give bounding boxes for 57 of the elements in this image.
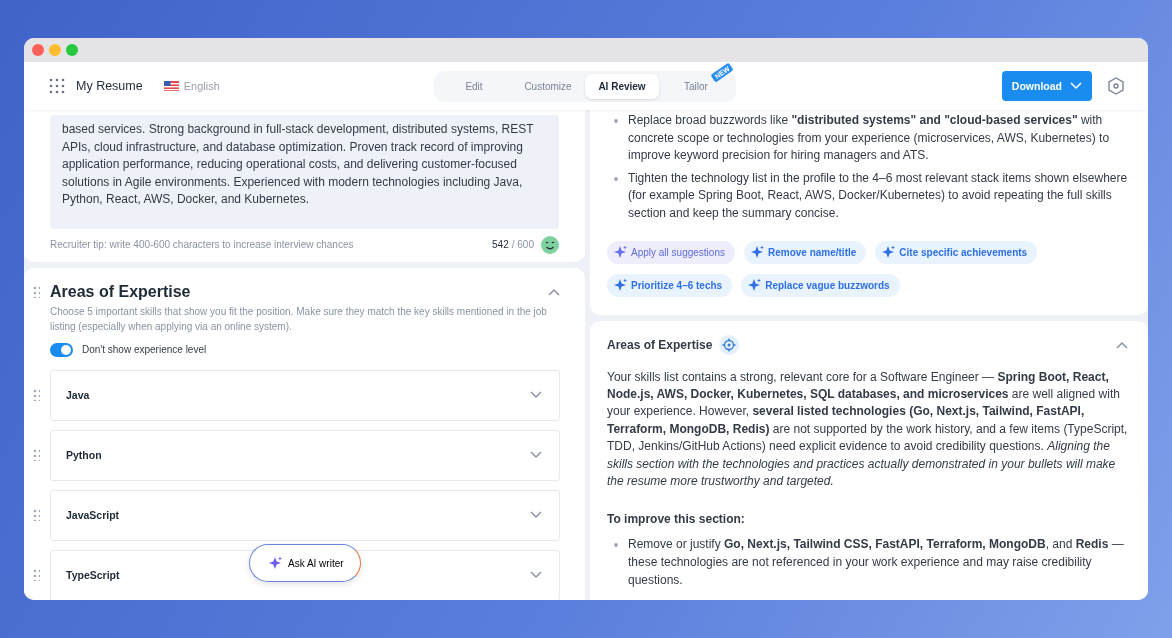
caret-icon (1070, 82, 1082, 90)
collapse-icon[interactable] (548, 287, 560, 296)
suggestion-chip[interactable]: Remove name/title (743, 240, 867, 264)
review-paragraph: Your skills list contains a strong, relevant core for a Software Engineer — Spring Boot, React, Node.js, AWS, Docker, Kubernetes, SQL databases, and microservices are well aligned with your experience. However, several listed technologies (Go, Next.js, Tailwind, FastAPI, Terraform, MongoDB, Redis) are not supported by the work history, and a few items (TypeScript, TDD, Jenkins/GitHub Actions) need explicit evidence to avoid credibility questions. Aligning the skills section with the technologies and practices actually demonstrated in your bullets will make the resume more trustworthy and targeted. (607, 368, 1128, 490)
skill-item[interactable]: Python (50, 429, 560, 481)
skill-name: JavaScript (66, 509, 120, 522)
hexagon-icon (1108, 77, 1124, 95)
ask-ai-writer-button[interactable]: Ask AI writer (249, 544, 361, 582)
tab[interactable]: Customize (511, 73, 585, 99)
drag-handle-icon (33, 449, 40, 462)
sparkle-icon (747, 278, 763, 293)
smiley-icon (541, 235, 559, 254)
character-count: 542 (492, 239, 509, 251)
recruiter-tip: Recruiter tip: write 400-600 characters to increase interview chances (50, 239, 354, 251)
document-title[interactable]: My Resume (76, 79, 143, 93)
skill-item[interactable]: Java (50, 369, 560, 421)
tab[interactable]: Edit (437, 73, 511, 99)
collapse-icon[interactable] (1116, 340, 1128, 349)
sparkle-icon (749, 245, 765, 260)
suggestion-chip[interactable]: Prioritize 4–6 techs (607, 273, 733, 297)
sparkle-icon (881, 245, 897, 260)
suggestion-chip[interactable]: Apply all suggestions (607, 240, 735, 264)
apps-menu-icon (49, 78, 65, 94)
flag-icon (163, 81, 179, 91)
tab[interactable]: AI Review (585, 73, 659, 99)
section-title: Areas of Expertise (607, 337, 713, 352)
sparkle-icon (613, 245, 628, 260)
bullet-dot (614, 119, 618, 123)
bullet-dot (614, 543, 618, 548)
suggestion-chip[interactable]: Replace vague buzzwords (741, 273, 900, 297)
sparkle-icon (613, 278, 628, 293)
suggestion-chip[interactable]: Cite specific achievements (875, 240, 1038, 264)
skill-name: Java (66, 389, 90, 402)
summary-field[interactable]: based services. Strong background in full-stack development, distributed systems, REST APIs, cloud infrastructure, and database optimization. Proven track record of improving application performance, reducing operational costs, and delivering customer-focused solutions in Agile environments. Experienced with modern technologies including Java, Python, React, AWS, Docker, and Kubernetes. (50, 115, 559, 229)
skill-item[interactable]: JavaScript (50, 489, 560, 541)
zoom-button[interactable] (66, 44, 78, 56)
subheading: To improve this section: (607, 512, 746, 527)
suggestion-text: Tighten the technology list in the profile to the 4–6 most relevant stack items shown elsewhere (for example Spring Boot, React, AWS, Docker/Kubernetes) to avoid repeating the full skills section and keep the summary concise. (628, 169, 1129, 222)
skill-name: TypeScript (66, 569, 120, 582)
drag-handle-icon (33, 569, 40, 582)
drag-handle-icon (33, 285, 40, 298)
drag-handle-icon (33, 389, 40, 402)
drag-handle-icon (33, 509, 40, 522)
section-title: Areas of Expertise (50, 282, 192, 301)
suggestion-text: Remove or justify Go, Next.js, Tailwind CSS, FastAPI, Terraform, MongoDB, and Redis — these technologies are not referenced in your work experience and may raise credibility questions. (628, 536, 1125, 589)
character-limit: / 600 (511, 239, 534, 251)
sparkle-icon (268, 556, 283, 570)
close-button[interactable] (32, 44, 44, 56)
toggle-label: Don't show experience level (82, 344, 207, 356)
bullet-dot (614, 176, 618, 181)
skill-name: Python (66, 449, 102, 462)
language-selector[interactable]: English (163, 80, 220, 92)
section-description: Choose 5 important skills that show you fit the position. Make sure they match the key skills mentioned in the job listing (especially when applying via an online system). (50, 304, 548, 334)
download-button[interactable]: Download (1001, 71, 1092, 101)
target-icon (719, 334, 740, 355)
suggestion-text: Replace broad buzzwords like "distributed systems" and "cloud-based services" with concrete scope or technologies from your experience (microservices, AWS, Kubernetes) to improve keyword precision for hiring managers and ATS. (628, 112, 1111, 165)
toggle-switch[interactable] (50, 342, 73, 357)
